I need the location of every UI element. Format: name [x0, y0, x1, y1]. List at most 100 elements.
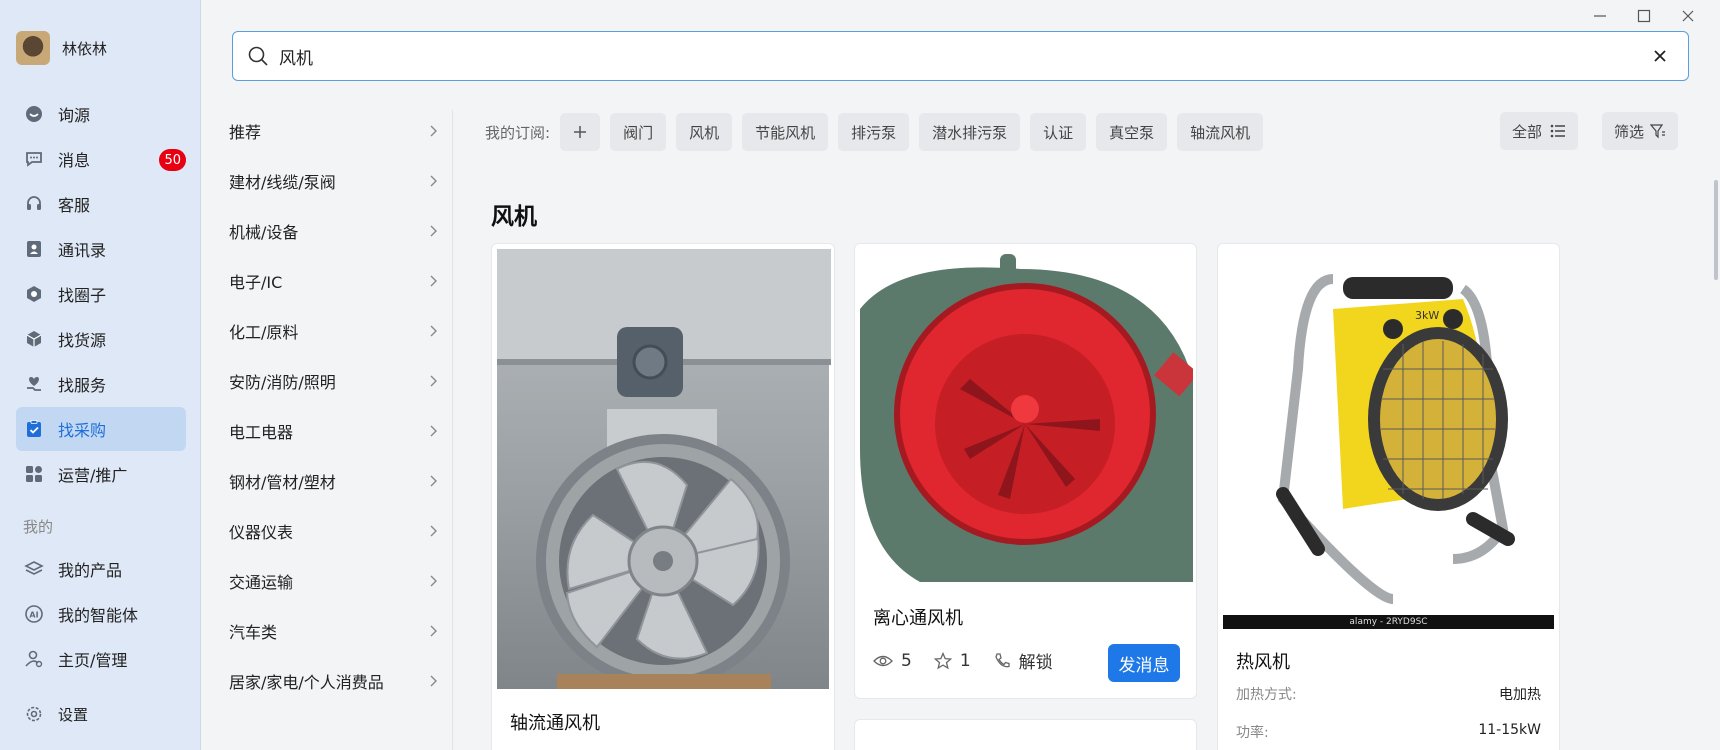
category-item[interactable]: 电工电器: [229, 413, 439, 449]
category-item[interactable]: 化工/原料: [229, 313, 439, 349]
avatar[interactable]: [16, 31, 50, 65]
chevron-right-icon: [430, 275, 437, 287]
heater-illustration: 3kW: [1276, 274, 1515, 604]
category-item[interactable]: 仪器仪表: [229, 513, 439, 549]
view-count: 5: [873, 651, 912, 671]
category-label: 建材/线缆/泵阀: [229, 173, 336, 192]
category-item[interactable]: 机械/设备: [229, 213, 439, 249]
nav-item-contacts[interactable]: 通讯录: [16, 227, 186, 271]
add-subscription-button[interactable]: [560, 113, 601, 151]
subscription-tag[interactable]: 阀门: [610, 113, 667, 151]
subscription-tag[interactable]: 真空泵: [1096, 113, 1168, 151]
chevron-right-icon: [430, 175, 437, 187]
minimize-icon[interactable]: [1578, 4, 1622, 28]
nav-item-my-products[interactable]: 我的产品: [16, 547, 186, 591]
category-label: 电工电器: [229, 423, 294, 442]
product-title: 热风机: [1236, 652, 1290, 673]
category-item[interactable]: 推荐: [229, 113, 439, 149]
nav-label: 客服: [58, 196, 91, 215]
unlock-button[interactable]: 解锁: [993, 648, 1053, 673]
product-card[interactable]: 3kW alamy - 2RYD9SC 热风机 加热方式: 电加热 功率: 11…: [1217, 243, 1560, 750]
category-item[interactable]: 汽车类: [229, 613, 439, 649]
subscription-tag[interactable]: 认证: [1030, 113, 1087, 151]
nav-item-sourcing[interactable]: 找货源: [16, 317, 186, 361]
nav-label: 运营/推广: [58, 466, 128, 485]
section-title: 风机: [491, 204, 537, 230]
category-item[interactable]: 居家/家电/个人消费品: [229, 663, 439, 699]
attribute-key: 功率:: [1236, 725, 1269, 741]
product-title: 离心通风机: [873, 608, 963, 629]
favorite-count[interactable]: 1: [933, 651, 971, 671]
list-icon: [1550, 124, 1566, 138]
close-icon[interactable]: [1666, 4, 1710, 28]
window-controls: [1578, 4, 1710, 28]
filter-button[interactable]: 筛选: [1602, 112, 1679, 150]
subscription-tag[interactable]: 轴流风机: [1177, 113, 1264, 151]
product-card[interactable]: 离心通风机 5 1 解锁 发消息: [854, 243, 1197, 699]
image-watermark: alamy - 2RYD9SC: [1223, 615, 1554, 629]
category-item[interactable]: 钢材/管材/塑材: [229, 463, 439, 499]
filter-label: 筛选: [1614, 122, 1645, 141]
nav-item-homepage-admin[interactable]: 主页/管理: [16, 637, 186, 681]
product-title: 轴流通风机: [510, 713, 600, 734]
user-profile[interactable]: 林依林: [16, 31, 107, 65]
nav-item-services[interactable]: 找服务: [16, 362, 186, 406]
settings-button[interactable]: 设置: [16, 692, 186, 736]
centrifugal-fan-illustration: [860, 254, 1196, 582]
chevron-right-icon: [430, 375, 437, 387]
search-bar: [232, 31, 1689, 81]
unread-badge: 50: [159, 149, 186, 171]
nav-label: 主页/管理: [58, 651, 128, 670]
product-image[interactable]: [860, 249, 1196, 582]
product-image[interactable]: 3kW: [1223, 249, 1554, 615]
category-label: 钢材/管材/塑材: [229, 473, 336, 492]
product-card[interactable]: [854, 719, 1197, 750]
subscription-label: 我的订阅:: [485, 123, 551, 142]
nav-item-messages[interactable]: 消息 50: [16, 137, 186, 181]
maximize-icon[interactable]: [1622, 4, 1666, 28]
product-image[interactable]: [497, 249, 831, 689]
category-item[interactable]: 建材/线缆/泵阀: [229, 163, 439, 199]
product-attribute: 功率: 11-15kW: [1236, 722, 1541, 742]
settings-label: 设置: [58, 705, 89, 724]
scrollbar-thumb[interactable]: [1714, 180, 1718, 280]
user-name: 林依林: [62, 39, 108, 58]
category-item[interactable]: 交通运输: [229, 563, 439, 599]
send-message-button[interactable]: 发消息: [1108, 644, 1180, 682]
subscription-tag[interactable]: 节能风机: [742, 113, 829, 151]
nav-item-inquiry[interactable]: 询源: [16, 92, 186, 136]
attribute-key: 加热方式:: [1236, 687, 1297, 703]
category-label: 汽车类: [229, 623, 278, 642]
view-all-button[interactable]: 全部: [1500, 112, 1579, 150]
search-input[interactable]: [279, 46, 1640, 66]
subscription-tag[interactable]: 潜水排污泵: [919, 113, 1021, 151]
nav-item-operations[interactable]: 运营/推广: [16, 452, 186, 496]
category-item[interactable]: 安防/消防/照明: [229, 363, 439, 399]
category-label: 机械/设备: [229, 223, 299, 242]
chevron-right-icon: [430, 475, 437, 487]
close-icon: [1654, 50, 1666, 62]
nav-item-circles[interactable]: 找圈子: [16, 272, 186, 316]
chevron-right-icon: [430, 425, 437, 437]
clear-search-button[interactable]: [1640, 36, 1680, 76]
nav-label: 找采购: [58, 421, 107, 440]
product-card[interactable]: 轴流通风机: [491, 243, 835, 750]
nav-item-my-agents[interactable]: AI 我的智能体: [16, 592, 186, 636]
category-label: 安防/消防/照明: [229, 373, 336, 392]
nav-item-procurement[interactable]: 找采购: [16, 407, 186, 451]
view-all-label: 全部: [1512, 122, 1543, 141]
category-list: 推荐 建材/线缆/泵阀 机械/设备 电子/IC 化工/原料 安防/消防/照明 电…: [213, 110, 453, 750]
svg-text:3kW: 3kW: [1415, 309, 1439, 322]
star-icon: [933, 651, 952, 669]
subscription-tag[interactable]: 风机: [676, 113, 733, 151]
category-label: 推荐: [229, 123, 262, 142]
category-item[interactable]: 电子/IC: [229, 263, 439, 299]
nav-label: 询源: [58, 106, 91, 125]
category-label: 电子/IC: [229, 273, 283, 292]
nav-item-support[interactable]: 客服: [16, 182, 186, 226]
plus-icon: [574, 126, 587, 138]
subscription-tag[interactable]: 排污泵: [838, 113, 910, 151]
chevron-right-icon: [430, 675, 437, 687]
chat-icon: [22, 147, 46, 171]
grid-icon: [22, 462, 46, 486]
